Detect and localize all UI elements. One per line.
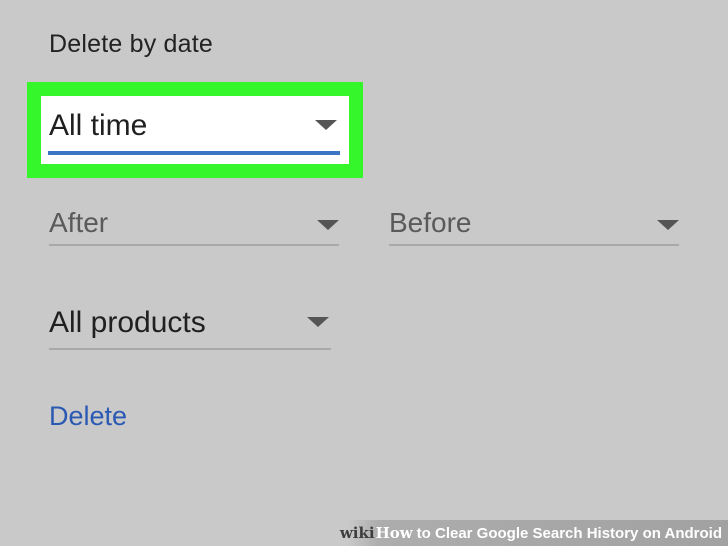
before-dropdown[interactable]: Before (389, 205, 679, 247)
watermark-article-title: to Clear Google Search History on Androi… (416, 524, 722, 542)
section-title: Delete by date (49, 30, 214, 58)
date-range-dropdown[interactable]: All time (41, 96, 349, 164)
before-label: Before (389, 207, 472, 238)
date-range-value: All time (49, 109, 148, 142)
after-underline (49, 244, 339, 246)
products-dropdown[interactable]: All products (49, 303, 331, 351)
chevron-down-icon (307, 317, 329, 327)
dropdown-underline (48, 151, 340, 155)
watermark-brand-prefix: wiki (339, 524, 375, 542)
products-value: All products (49, 306, 206, 339)
watermark-banner: wiki How to Clear Google Search History … (340, 520, 728, 546)
delete-button[interactable]: Delete (49, 401, 127, 432)
chevron-down-icon (315, 120, 337, 130)
after-label: After (49, 207, 109, 238)
chevron-down-icon (657, 220, 679, 230)
products-underline (49, 348, 331, 350)
watermark-brand-suffix: How (375, 524, 413, 542)
before-underline (389, 244, 679, 246)
after-dropdown[interactable]: After (49, 205, 339, 247)
chevron-down-icon (317, 220, 339, 230)
